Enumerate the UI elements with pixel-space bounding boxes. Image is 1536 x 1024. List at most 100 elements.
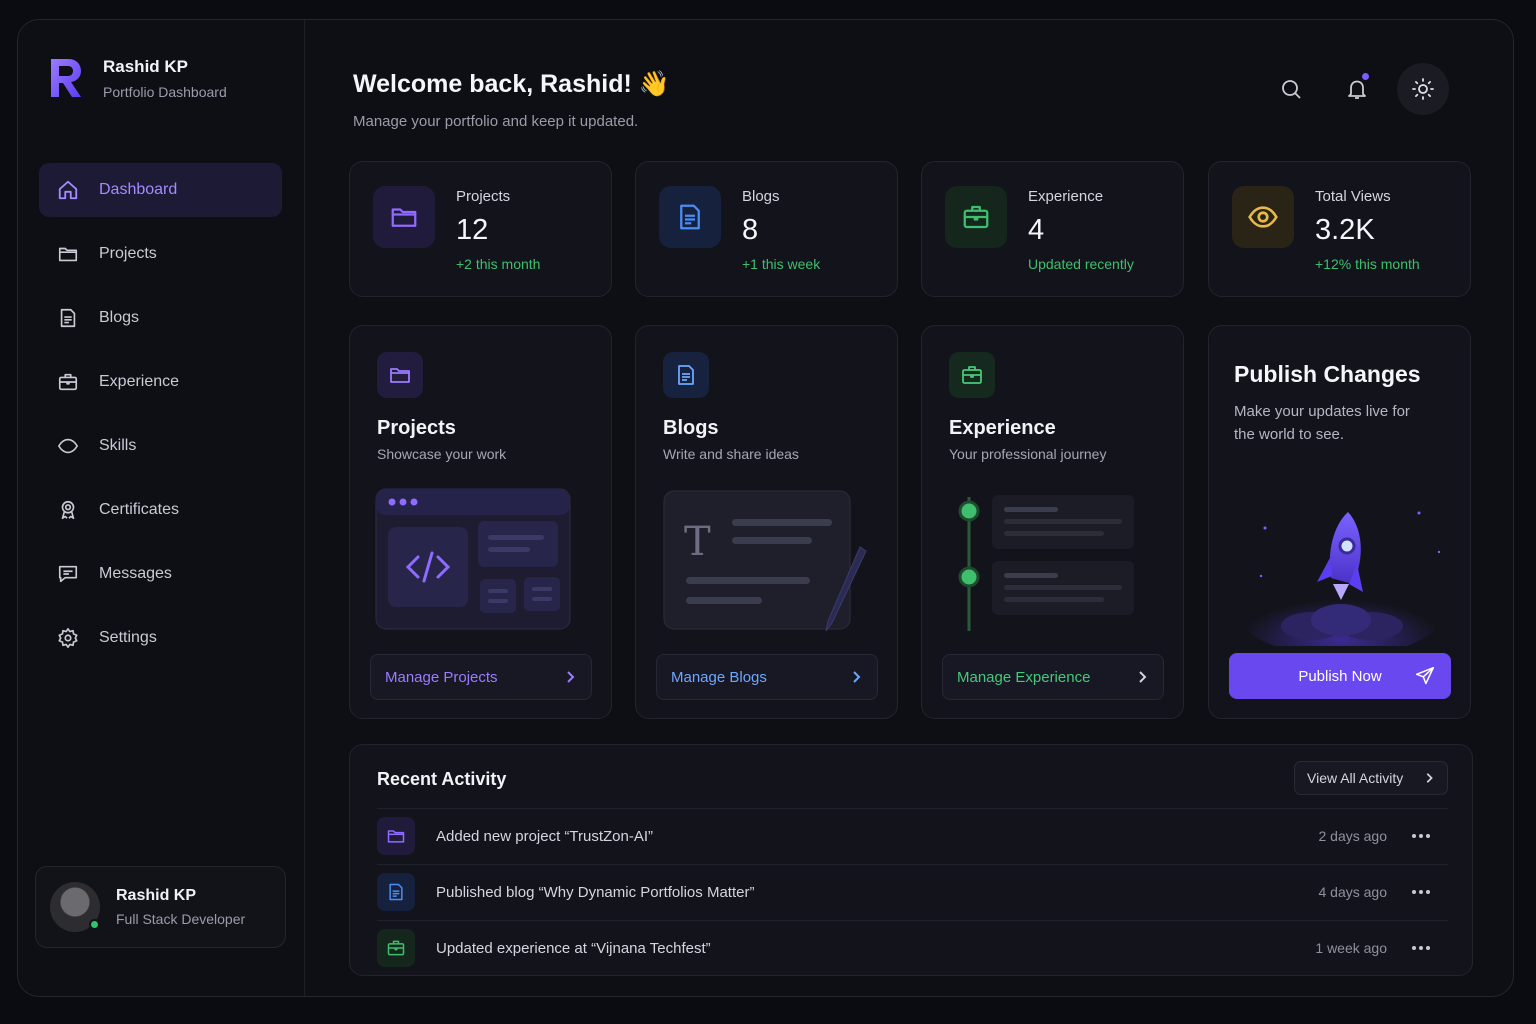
search-icon — [1282, 80, 1301, 99]
button-label: Manage Experience — [957, 668, 1091, 686]
welcome-header: Welcome back, Rashid! 👋 Manage your port… — [353, 70, 670, 130]
code-window-illustration — [375, 488, 571, 630]
brand: Rashid KP Portfolio Dashboard — [48, 56, 227, 100]
stat-label: Blogs — [742, 188, 780, 205]
eye-icon — [1232, 186, 1294, 248]
folder-icon — [57, 243, 79, 265]
sidebar-item-dashboard[interactable]: Dashboard — [39, 163, 282, 217]
recent-activity-panel: Recent Activity View All Activity Added … — [349, 744, 1473, 976]
stat-label: Projects — [456, 188, 511, 205]
stat-card-total-views: Total Views 3.2K +12% this month — [1208, 161, 1471, 297]
svg-text:T: T — [684, 519, 711, 565]
gear-icon — [57, 627, 79, 649]
more-horizontal-icon — [1412, 946, 1430, 950]
sidebar-item-label: Dashboard — [99, 181, 178, 198]
document-icon — [377, 873, 415, 911]
home-icon — [57, 179, 79, 201]
eye-outline-icon — [57, 435, 79, 457]
stat-change: +1 this week — [742, 256, 821, 272]
app-window: Rashid KP Portfolio Dashboard Dashboard … — [17, 19, 1514, 997]
stat-card-projects: Projects 12 +2 this month — [349, 161, 612, 297]
activity-row[interactable]: Updated experience at “Vijnana Techfest”… — [377, 920, 1448, 975]
sidebar-item-skills[interactable]: Skills — [39, 419, 282, 473]
sidebar-item-experience[interactable]: Experience — [39, 355, 282, 409]
manage-projects-button[interactable]: Manage Projects — [370, 654, 592, 700]
online-status-dot — [89, 919, 100, 930]
briefcase-icon — [377, 929, 415, 967]
view-all-activity-button[interactable]: View All Activity — [1294, 761, 1448, 795]
feature-subtitle: Showcase your work — [377, 446, 507, 462]
top-toolbar — [1251, 63, 1449, 115]
sidebar-item-blogs[interactable]: Blogs — [39, 291, 282, 345]
stat-label: Total Views — [1315, 188, 1391, 205]
chevron-right-icon — [567, 671, 575, 683]
sidebar-item-settings[interactable]: Settings — [39, 611, 282, 665]
rocket-illustration — [1241, 511, 1441, 646]
feature-subtitle: Your professional journey — [949, 446, 1107, 462]
feature-title: Blogs — [663, 417, 719, 439]
theme-toggle-button[interactable] — [1397, 63, 1449, 115]
activity-row[interactable]: Added new project “TrustZon-AI” 2 days a… — [377, 808, 1448, 863]
user-profile-card[interactable]: Rashid KP Full Stack Developer — [35, 866, 286, 948]
bell-icon — [1348, 80, 1366, 99]
activity-time: 1 week ago — [1315, 940, 1387, 956]
stat-value: 3.2K — [1315, 214, 1375, 246]
sidebar-item-projects[interactable]: Projects — [39, 227, 282, 281]
chevron-right-icon — [1139, 671, 1147, 683]
more-horizontal-icon — [1412, 890, 1430, 894]
stat-value: 12 — [456, 214, 489, 246]
feature-card-blogs: Blogs Write and share ideas T Manage Blo… — [635, 325, 898, 719]
brand-subtitle: Portfolio Dashboard — [103, 84, 227, 100]
publish-title: Publish Changes — [1234, 361, 1421, 387]
feature-title: Experience — [949, 417, 1056, 439]
publish-now-button[interactable]: Publish Now — [1229, 653, 1451, 699]
more-options-button[interactable] — [1408, 882, 1434, 902]
document-icon — [659, 186, 721, 248]
sidebar: Rashid KP Portfolio Dashboard Dashboard … — [18, 20, 305, 996]
avatar — [50, 882, 100, 932]
chat-icon — [57, 563, 79, 585]
publish-subtitle: Make your updates live for the world to … — [1234, 403, 1410, 443]
profile-name: Rashid KP — [116, 887, 197, 904]
publish-card: Publish Changes Make your updates live f… — [1208, 325, 1471, 719]
folder-icon — [377, 817, 415, 855]
activity-time: 4 days ago — [1318, 884, 1388, 900]
sidebar-item-certificates[interactable]: Certificates — [39, 483, 282, 537]
feature-card-experience: Experience Your professional journey Man… — [921, 325, 1184, 719]
activity-text: Updated experience at “Vijnana Techfest” — [436, 939, 711, 957]
more-options-button[interactable] — [1408, 826, 1434, 846]
more-options-button[interactable] — [1408, 938, 1434, 958]
activity-row[interactable]: Published blog “Why Dynamic Portfolios M… — [377, 864, 1448, 919]
sidebar-item-messages[interactable]: Messages — [39, 547, 282, 601]
briefcase-icon — [949, 352, 995, 398]
notifications-button[interactable] — [1331, 63, 1383, 115]
page-title: Welcome back, Rashid! 👋 — [353, 70, 670, 98]
chevron-right-icon — [853, 671, 861, 683]
stat-change: +2 this month — [456, 256, 541, 272]
button-label: Manage Blogs — [671, 668, 767, 686]
timeline-illustration — [958, 495, 1134, 631]
sidebar-item-label: Messages — [99, 565, 172, 582]
stat-value: 4 — [1028, 214, 1045, 246]
briefcase-icon — [945, 186, 1007, 248]
manage-blogs-button[interactable]: Manage Blogs — [656, 654, 878, 700]
button-label: Manage Projects — [385, 668, 498, 686]
activity-title: Recent Activity — [377, 769, 507, 789]
feature-title: Projects — [377, 417, 456, 439]
sidebar-nav: Dashboard Projects Blogs Experience Skil… — [39, 163, 282, 675]
more-horizontal-icon — [1412, 834, 1430, 838]
stat-change: +12% this month — [1315, 256, 1420, 272]
sidebar-item-label: Skills — [99, 437, 137, 454]
button-label: Publish Now — [1298, 667, 1382, 685]
document-icon — [663, 352, 709, 398]
search-button[interactable] — [1265, 63, 1317, 115]
sidebar-item-label: Experience — [99, 373, 180, 390]
document-icon — [57, 307, 79, 329]
profile-role: Full Stack Developer — [116, 911, 246, 927]
logo-icon — [51, 59, 81, 97]
sun-icon — [1412, 78, 1434, 100]
activity-text: Published blog “Why Dynamic Portfolios M… — [436, 883, 755, 901]
feature-card-projects: Projects Showcase your work Manage Proje… — [349, 325, 612, 719]
manage-experience-button[interactable]: Manage Experience — [942, 654, 1164, 700]
folder-icon — [373, 186, 435, 248]
